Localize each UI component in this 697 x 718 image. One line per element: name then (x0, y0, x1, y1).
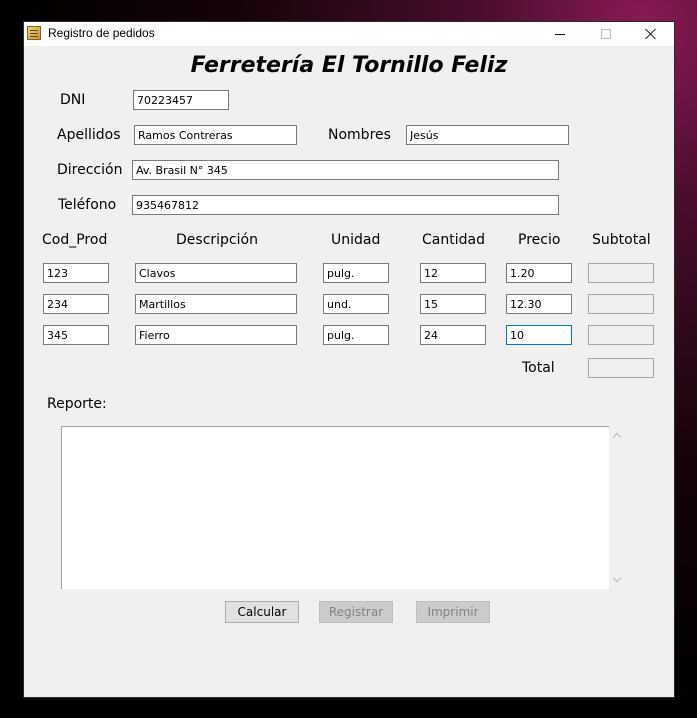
page-title: Ferretería El Tornillo Feliz (190, 53, 508, 78)
dni-field[interactable] (133, 90, 229, 110)
direccion-label: Dirección (57, 162, 123, 178)
registrar-button[interactable]: Registrar (319, 601, 393, 623)
row1-desc-field[interactable] (135, 263, 297, 283)
row2-cod-field[interactable] (43, 294, 109, 314)
app-window: Registro de pedidos Ferretería El Tornil… (24, 22, 674, 697)
apellidos-label: Apellidos (57, 127, 121, 143)
row3-precio-field[interactable] (506, 325, 572, 345)
direccion-field[interactable] (132, 160, 559, 180)
report-label: Reporte: (47, 396, 107, 412)
notepad-icon (27, 26, 41, 40)
telefono-label: Teléfono (58, 197, 117, 213)
row2-cantidad-field[interactable] (420, 294, 486, 314)
row2-desc-field[interactable] (135, 294, 297, 314)
row1-cod-field[interactable] (43, 263, 109, 283)
row2-precio-field[interactable] (506, 294, 572, 314)
header-unidad: Unidad (331, 232, 381, 248)
header-subtotal: Subtotal (592, 232, 651, 248)
row2-unidad-field[interactable] (323, 294, 389, 314)
row2-subtotal-field (588, 294, 654, 314)
header-cantidad: Cantidad (422, 232, 485, 248)
row3-cod-field[interactable] (43, 325, 109, 345)
nombres-field[interactable] (406, 125, 569, 145)
row3-unidad-field[interactable] (323, 325, 389, 345)
title-bar[interactable]: Registro de pedidos (24, 22, 674, 46)
minimize-icon[interactable] (537, 22, 583, 46)
close-icon[interactable] (628, 22, 674, 46)
row1-cantidad-field[interactable] (420, 263, 486, 283)
scroll-down-icon[interactable] (612, 574, 622, 584)
apellidos-field[interactable] (134, 125, 297, 145)
row3-subtotal-field (588, 325, 654, 345)
nombres-label: Nombres (328, 127, 391, 143)
maximize-icon[interactable] (583, 22, 629, 46)
telefono-field[interactable] (132, 195, 559, 215)
header-descripcion: Descripción (176, 232, 258, 248)
header-cod-prod: Cod_Prod (42, 232, 108, 248)
row3-cantidad-field[interactable] (420, 325, 486, 345)
row1-precio-field[interactable] (506, 263, 572, 283)
row1-subtotal-field (588, 263, 654, 283)
window-title: Registro de pedidos (48, 26, 155, 40)
header-precio: Precio (518, 232, 561, 248)
total-field (588, 358, 654, 378)
total-label: Total (522, 360, 555, 376)
row1-unidad-field[interactable] (323, 263, 389, 283)
report-textarea[interactable] (61, 426, 609, 589)
dni-label: DNI (60, 92, 86, 108)
imprimir-button[interactable]: Imprimir (416, 601, 490, 623)
row3-desc-field[interactable] (135, 325, 297, 345)
calcular-button[interactable]: Calcular (225, 601, 299, 623)
scroll-up-icon[interactable] (612, 430, 622, 440)
